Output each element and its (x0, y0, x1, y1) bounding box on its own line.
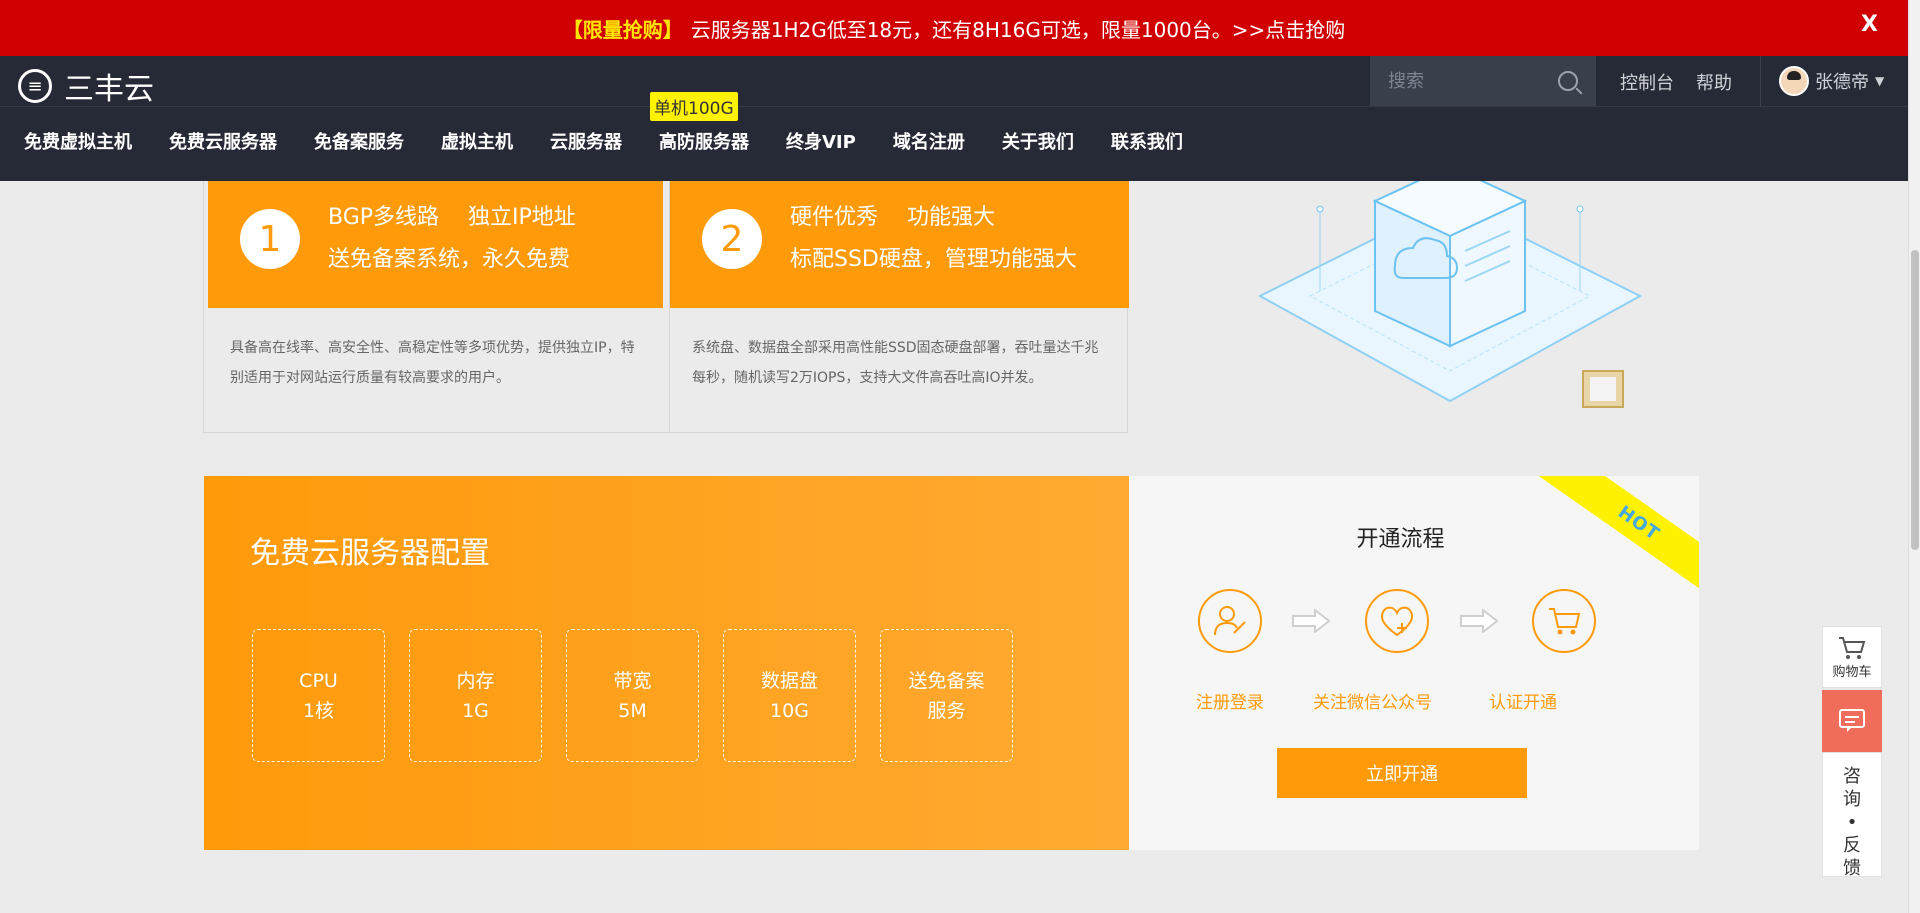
step-label: 关注微信公众号 (1313, 693, 1432, 713)
feature-header: 2 硬件优秀 功能强大 标配SSD硬盘，管理功能强大 (670, 181, 1129, 308)
nav-item[interactable]: 云服务器 (550, 128, 622, 154)
header-divider (0, 106, 1908, 107)
cart-icon (1839, 636, 1866, 659)
config-value: 10G (770, 699, 809, 722)
user-menu[interactable]: 张德帝 ▼ (1760, 56, 1908, 106)
nav-item[interactable]: 免费虚拟主机 (24, 128, 132, 154)
feature-description: 具备高在线率、高安全性、高稳定性等多项优势，提供独立IP，特别适用于对网站运行质… (230, 340, 635, 386)
chevron-down-icon: ▼ (1875, 74, 1885, 88)
feature-title: BGP多线路 独立IP地址 (328, 205, 576, 230)
activate-now-button[interactable]: 立即开通 (1277, 748, 1527, 798)
help-link[interactable]: 帮助 (1696, 69, 1732, 95)
config-label: 带宽 (613, 669, 652, 692)
feature-card: 1 BGP多线路 独立IP地址 送免备案系统，永久免费 具备高在线率、高安全性、… (208, 181, 663, 433)
nav-badge: 单机100G (650, 92, 738, 121)
config-panel: 免费云服务器配置 CPU 1核 内存 1G 带宽 5M 数据盘 10G 送免备案… (204, 476, 1129, 850)
nav-item[interactable]: 终身VIP (786, 128, 856, 154)
config-title: 免费云服务器配置 (250, 536, 490, 571)
features-panel: 1 BGP多线路 独立IP地址 送免备案系统，永久免费 具备高在线率、高安全性、… (203, 181, 1129, 433)
consult-sidebar-button[interactable] (1822, 690, 1882, 752)
console-link[interactable]: 控制台 (1620, 69, 1674, 95)
cart-activate-icon (1532, 589, 1596, 653)
feature-title: 硬件优秀 功能强大 (790, 205, 995, 230)
config-box-cpu: CPU 1核 (252, 629, 385, 762)
nav-item[interactable]: 免费云服务器 (169, 128, 277, 154)
config-box-memory: 内存 1G (409, 629, 542, 762)
config-value: 5M (618, 699, 647, 722)
config-value: 1核 (302, 699, 335, 722)
step-label: 注册登录 (1196, 693, 1264, 713)
banner-close-button[interactable]: X (1861, 12, 1878, 37)
feature-card: 2 硬件优秀 功能强大 标配SSD硬盘，管理功能强大 系统盘、数据盘全部采用高性… (669, 181, 1129, 433)
search-icon[interactable] (1558, 71, 1578, 91)
arrow-right-icon (1460, 609, 1499, 633)
promo-banner[interactable]: 【限量抢购】 云服务器1H2G低至18元，还有8H16G可选，限量1000台。>… (0, 0, 1908, 56)
scrollbar[interactable] (1908, 0, 1920, 913)
user-name: 张德帝 (1815, 72, 1869, 93)
cart-label: 购物车 (1832, 664, 1872, 680)
feature-subtitle: 标配SSD硬盘，管理功能强大 (790, 247, 1077, 272)
nav-item[interactable]: 关于我们 (1002, 128, 1074, 154)
feature-subtitle: 送免备案系统，永久免费 (328, 247, 571, 272)
user-register-icon (1198, 589, 1262, 653)
nav-item[interactable]: 免备案服务 (314, 128, 404, 154)
config-label: 内存 (456, 669, 495, 692)
flow-title: 开通流程 (1356, 527, 1445, 552)
config-box-disk: 数据盘 10G (723, 629, 856, 762)
config-value: 服务 (927, 699, 966, 722)
logo[interactable]: ≡ 三丰云 (18, 64, 154, 108)
nav-item[interactable]: 虚拟主机 (441, 128, 513, 154)
logo-text: 三丰云 (64, 72, 154, 107)
activation-flow-panel: HOT 开通流程 注册登录 关注微信公众号 认证开通 立即开通 (1129, 476, 1699, 850)
config-label: 数据盘 (760, 669, 818, 692)
consult-feedback-label[interactable]: 咨 询 • 反 馈 (1822, 752, 1882, 879)
config-label: 送免备案 (908, 669, 985, 692)
avatar (1779, 66, 1809, 96)
feature-number: 1 (240, 209, 300, 269)
heart-follow-icon (1365, 589, 1429, 653)
config-box-bandwidth: 带宽 5M (566, 629, 699, 762)
config-value: 1G (462, 699, 489, 722)
nav-item[interactable]: 域名注册 (893, 128, 965, 154)
chat-icon (1839, 709, 1865, 732)
nav-item[interactable]: 高防服务器 (659, 128, 749, 154)
scrollbar-thumb[interactable] (1911, 250, 1919, 550)
nav-item[interactable]: 联系我们 (1111, 128, 1183, 154)
site-header: ≡ 三丰云 控制台 帮助 张德帝 ▼ 单机100G 免费虚拟主机 免费云服务器 … (0, 56, 1908, 181)
logo-icon: ≡ (18, 69, 52, 103)
search-input[interactable] (1388, 70, 1553, 92)
feature-number: 2 (702, 209, 762, 269)
cart-sidebar-button[interactable]: 购物车 (1822, 626, 1882, 688)
step-label: 认证开通 (1489, 693, 1557, 713)
promo-highlight: 【限量抢购】 (562, 17, 683, 42)
arrow-right-icon (1292, 609, 1331, 633)
search-box (1370, 56, 1596, 106)
config-box-no-filing: 送免备案 服务 (880, 629, 1013, 762)
main-nav: 免费虚拟主机 免费云服务器 免备案服务 虚拟主机 云服务器 高防服务器 终身VI… (24, 128, 1220, 154)
config-label: CPU (299, 669, 338, 692)
promo-text[interactable]: 云服务器1H2G低至18元，还有8H16G可选，限量1000台。>>点击抢购 (691, 14, 1346, 43)
feature-description: 系统盘、数据盘全部采用高性能SSD固态硬盘部署，吞吐量达千兆每秒，随机读写2万I… (692, 340, 1099, 386)
cloud-server-illustration (1257, 181, 1643, 408)
feature-header: 1 BGP多线路 独立IP地址 送免备案系统，永久免费 (208, 181, 663, 308)
header-links: 控制台 帮助 (1620, 69, 1732, 95)
